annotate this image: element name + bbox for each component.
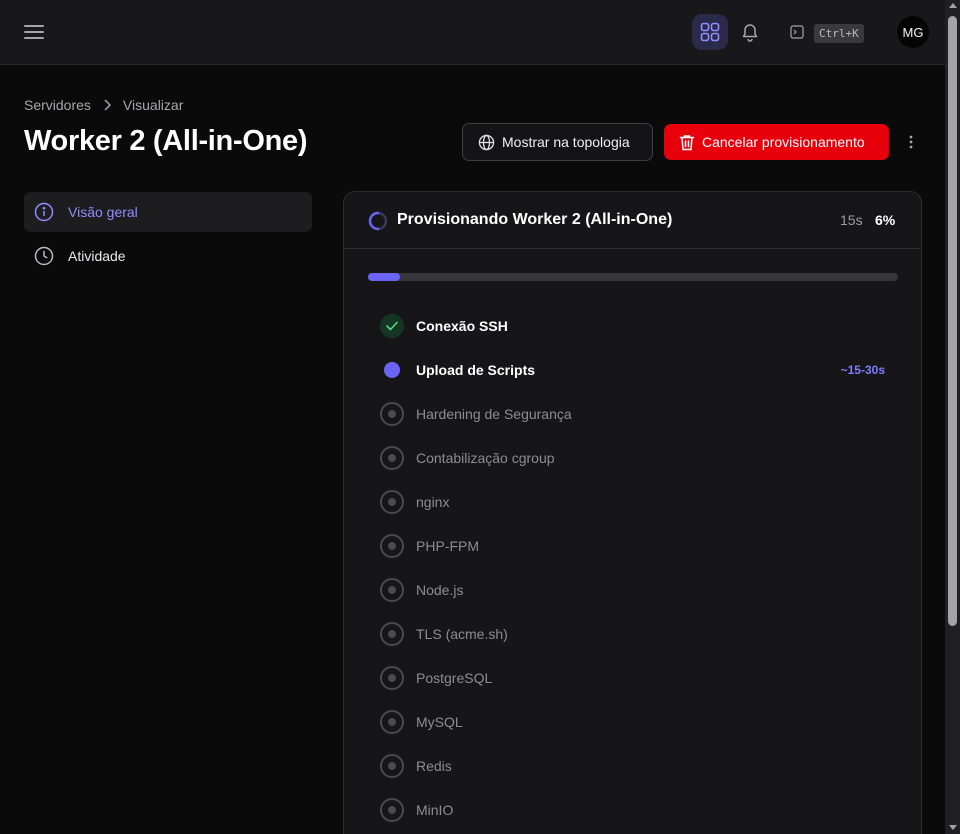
apps-button[interactable] (692, 14, 728, 50)
step-item: Upload de Scripts ~15-30s (380, 357, 900, 383)
step-item: PHP-FPM (380, 533, 900, 559)
spinner-icon (368, 211, 388, 231)
breadcrumb-servers[interactable]: Servidores (24, 97, 91, 113)
sidebar-item-label: Atividade (68, 248, 126, 264)
step-label: Upload de Scripts (416, 362, 536, 378)
top-bar: Ctrl+K MG (0, 0, 945, 65)
trash-icon (678, 133, 696, 151)
check-icon (380, 314, 404, 338)
chevron-right-icon (103, 99, 111, 111)
pending-step-icon (380, 490, 404, 514)
step-item: nginx (380, 489, 900, 515)
step-label: Redis (416, 758, 452, 774)
step-eta: ~15-30s (840, 363, 885, 377)
pending-step-icon (380, 534, 404, 558)
pending-step-icon (380, 446, 404, 470)
provisioning-header: Provisionando Worker 2 (All-in-One) 15s … (344, 192, 921, 249)
terminal-icon (790, 25, 804, 39)
bell-icon (742, 24, 758, 42)
step-label: TLS (acme.sh) (416, 626, 508, 642)
progress-percent: 6% (875, 212, 896, 228)
step-label: PostgreSQL (416, 670, 493, 686)
shortcut-badge: Ctrl+K (814, 24, 864, 43)
hamburger-icon (24, 25, 44, 39)
elapsed-time: 15s (840, 212, 863, 228)
pending-step-icon (380, 622, 404, 646)
provisioning-panel: Provisionando Worker 2 (All-in-One) 15s … (343, 191, 922, 834)
provisioning-title: Provisionando Worker 2 (All-in-One) (397, 211, 673, 228)
step-item: Node.js (380, 577, 900, 603)
menu-button[interactable] (20, 18, 48, 46)
pending-step-icon (380, 402, 404, 426)
scroll-down-arrow[interactable] (949, 825, 957, 830)
step-label: nginx (416, 494, 450, 510)
grid-icon (700, 22, 720, 42)
progress-bar-fill (368, 273, 400, 281)
sidebar-item-overview[interactable]: Visão geral (24, 192, 312, 232)
command-palette-button[interactable] (790, 25, 804, 39)
step-item: Hardening de Segurança (380, 401, 900, 427)
active-step-icon (380, 358, 404, 382)
breadcrumb-view: Visualizar (122, 97, 184, 113)
pending-step-icon (380, 666, 404, 690)
cancel-provisioning-button[interactable]: Cancelar provisionamento (664, 124, 889, 160)
info-icon (34, 202, 54, 222)
step-item: MySQL (380, 709, 900, 735)
scrollbar-thumb[interactable] (948, 16, 957, 626)
step-label: Contabilização cgroup (416, 450, 555, 466)
step-item: TLS (acme.sh) (380, 621, 900, 647)
step-label: MySQL (416, 714, 463, 730)
clock-icon (34, 246, 54, 266)
pending-step-icon (380, 754, 404, 778)
globe-icon (477, 133, 495, 151)
page-title: Worker 2 (All-in-One) (24, 125, 308, 157)
cancel-provisioning-label: Cancelar provisionamento (702, 134, 865, 150)
progress-bar (368, 273, 898, 281)
scroll-up-arrow[interactable] (949, 3, 957, 8)
step-item: MinIO (380, 797, 900, 823)
step-label: Conexão SSH (416, 318, 508, 334)
notifications-button[interactable] (736, 18, 764, 46)
more-options-button[interactable] (902, 132, 920, 152)
show-topology-button[interactable]: Mostrar na topologia (462, 123, 653, 161)
sidebar-item-label: Visão geral (68, 204, 138, 220)
step-label: Node.js (416, 582, 464, 598)
show-topology-label: Mostrar na topologia (502, 134, 630, 150)
pending-step-icon (380, 578, 404, 602)
pending-step-icon (380, 710, 404, 734)
step-label: MinIO (416, 802, 454, 818)
avatar[interactable]: MG (897, 16, 929, 48)
avatar-initials: MG (902, 24, 924, 40)
more-vertical-icon (909, 135, 913, 149)
step-label: Hardening de Segurança (416, 406, 572, 422)
pending-step-icon (380, 798, 404, 822)
step-item: Redis (380, 753, 900, 779)
step-item: PostgreSQL (380, 665, 900, 691)
breadcrumb: Servidores Visualizar (24, 97, 183, 113)
step-item: Contabilização cgroup (380, 445, 900, 471)
step-item: Conexão SSH (380, 313, 900, 339)
sidebar-item-activity[interactable]: Atividade (24, 236, 312, 276)
step-label: PHP-FPM (416, 538, 479, 554)
